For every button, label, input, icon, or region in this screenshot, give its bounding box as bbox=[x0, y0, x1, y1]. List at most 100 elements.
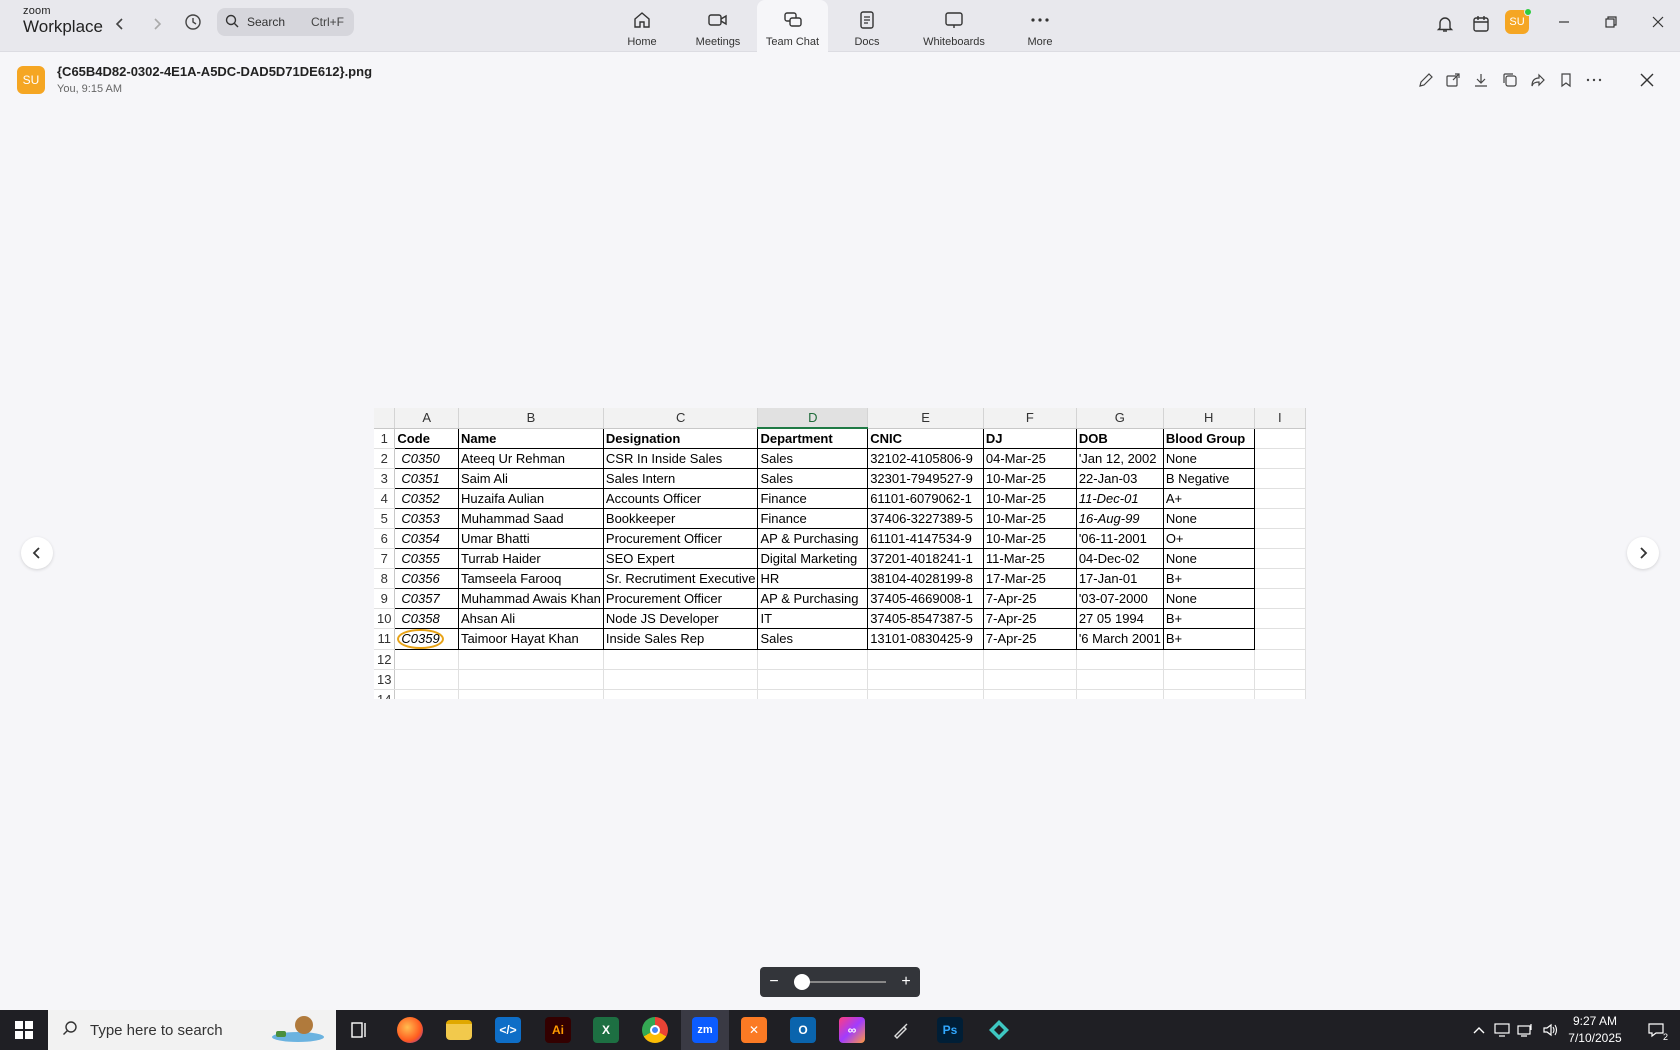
sheet-cell: AP & Purchasing bbox=[757, 587, 869, 609]
row-number: 2 bbox=[374, 448, 396, 469]
sheet-cell: 17-Jan-01 bbox=[1075, 567, 1164, 589]
empty-cell bbox=[1254, 689, 1306, 699]
previous-image-button[interactable] bbox=[21, 537, 53, 569]
search-icon bbox=[225, 14, 239, 31]
tab-more[interactable]: More bbox=[1024, 0, 1056, 52]
zoom-slider[interactable] bbox=[794, 974, 886, 990]
row-number: 4 bbox=[374, 488, 396, 509]
sheet-header-row: 1 Code Name Designation Department CNIC DJ DOB B… bbox=[374, 427, 1306, 449]
sheet-cell: Bookkeeper bbox=[602, 507, 759, 529]
sheet-cell: Turrab Haider bbox=[457, 547, 604, 569]
sheet-cell: 37405-8547387-5 bbox=[867, 607, 984, 629]
open-external-icon[interactable] bbox=[1443, 70, 1463, 90]
chrome-icon[interactable] bbox=[631, 1010, 679, 1050]
row-number: 3 bbox=[374, 468, 396, 489]
file-explorer-icon[interactable] bbox=[435, 1010, 483, 1050]
sheet-cell: CSR In Inside Sales bbox=[602, 447, 759, 469]
chevron-up-icon[interactable] bbox=[1469, 1020, 1489, 1040]
more-options-icon[interactable] bbox=[1584, 70, 1604, 90]
more-icon bbox=[1030, 10, 1050, 30]
empty-cell bbox=[1254, 528, 1306, 549]
sheet-header-cell: Designation bbox=[602, 427, 759, 449]
tab-meetings[interactable]: Meetings bbox=[690, 0, 746, 52]
sheet-cell: C0352 bbox=[394, 487, 459, 509]
sheet-cell: Huzaifa Aulian bbox=[457, 487, 604, 509]
volume-icon[interactable] bbox=[1540, 1020, 1560, 1040]
calendar-icon[interactable] bbox=[1469, 12, 1493, 36]
tab-docs[interactable]: Docs bbox=[852, 0, 882, 52]
empty-cell bbox=[1076, 669, 1164, 690]
bell-icon[interactable] bbox=[1433, 12, 1457, 36]
tab-home[interactable]: Home bbox=[622, 0, 662, 52]
firefox-icon[interactable] bbox=[386, 1010, 434, 1050]
app-icon[interactable] bbox=[975, 1010, 1023, 1050]
zoom-out-button[interactable]: − bbox=[760, 973, 788, 991]
illustrator-icon[interactable]: Ai bbox=[534, 1010, 582, 1050]
column-header: G bbox=[1076, 408, 1164, 429]
edit-icon[interactable] bbox=[1416, 70, 1436, 90]
history-icon[interactable] bbox=[181, 10, 205, 34]
empty-cell bbox=[1254, 468, 1306, 489]
close-viewer-icon[interactable] bbox=[1637, 70, 1657, 90]
creative-cloud-icon[interactable]: ∞ bbox=[828, 1010, 876, 1050]
spreadsheet-image: A B C D E F G H I 1 Code Name Designation Department C… bbox=[374, 408, 1306, 699]
share-icon[interactable] bbox=[1528, 70, 1548, 90]
empty-cell bbox=[1254, 548, 1306, 569]
notification-center-icon[interactable]: 2 bbox=[1644, 1020, 1668, 1042]
download-icon[interactable] bbox=[1471, 70, 1491, 90]
empty-cell bbox=[983, 649, 1077, 670]
column-header: A bbox=[394, 408, 459, 429]
zoom-app-icon[interactable]: zm bbox=[681, 1010, 729, 1050]
sheet-row: 4 C0352 Huzaifa Aulian Accounts Officer Fi… bbox=[374, 487, 1306, 509]
wifi-icon[interactable] bbox=[1515, 1020, 1535, 1040]
empty-cell bbox=[1254, 608, 1306, 629]
sheet-cell: B Negative bbox=[1162, 467, 1255, 489]
vscode-icon[interactable]: </> bbox=[484, 1010, 532, 1050]
next-image-button[interactable] bbox=[1627, 537, 1659, 569]
sheet-cell: C0359 bbox=[394, 627, 459, 650]
copy-icon[interactable] bbox=[1500, 70, 1520, 90]
zoom-in-button[interactable]: + bbox=[892, 973, 920, 991]
restore-button[interactable] bbox=[1591, 10, 1631, 34]
zoom-slider-knob[interactable] bbox=[794, 974, 810, 990]
sheet-cell: B+ bbox=[1162, 567, 1255, 589]
sheet-cell: Inside Sales Rep bbox=[602, 627, 759, 650]
start-button[interactable] bbox=[0, 1010, 48, 1050]
sheet-header-cell: DJ bbox=[982, 427, 1077, 449]
outlook-icon[interactable]: O bbox=[779, 1010, 827, 1050]
tab-more-label: More bbox=[1027, 36, 1053, 48]
close-window-button[interactable] bbox=[1638, 10, 1678, 34]
search-input[interactable]: Search Ctrl+F bbox=[217, 8, 354, 36]
forward-arrow-icon[interactable] bbox=[145, 12, 169, 36]
back-arrow-icon[interactable] bbox=[108, 12, 132, 36]
empty-cell bbox=[458, 649, 604, 670]
network-icon[interactable] bbox=[1492, 1020, 1512, 1040]
sheet-cell: '03-07-2000 bbox=[1075, 587, 1164, 609]
taskbar-clock[interactable]: 9:27 AM 7/10/2025 bbox=[1560, 1013, 1630, 1047]
sheet-cell: C0356 bbox=[394, 567, 459, 589]
search-shortcut: Ctrl+F bbox=[311, 15, 344, 29]
xampp-icon[interactable]: ✕ bbox=[730, 1010, 778, 1050]
sheet-cell: B+ bbox=[1162, 607, 1255, 629]
photoshop-icon[interactable]: Ps bbox=[926, 1010, 974, 1050]
bookmark-icon[interactable] bbox=[1556, 70, 1576, 90]
tab-whiteboards[interactable]: Whiteboards bbox=[918, 0, 990, 52]
sheet-cell: 04-Dec-02 bbox=[1075, 547, 1164, 569]
pen-tool-icon[interactable] bbox=[877, 1010, 925, 1050]
empty-cell bbox=[1254, 628, 1306, 650]
excel-icon[interactable]: X bbox=[582, 1010, 630, 1050]
sheet-header-cell: DOB bbox=[1075, 427, 1164, 449]
sheet-cell: Procurement Officer bbox=[602, 587, 759, 609]
sheet-row: 8 C0356 Tamseela Farooq Sr. Recrutiment E… bbox=[374, 567, 1306, 589]
task-view-icon[interactable] bbox=[336, 1010, 384, 1050]
column-header-row: ABCDEFGHI bbox=[374, 408, 1306, 429]
tab-team-chat[interactable]: Team Chat bbox=[757, 0, 828, 52]
taskbar-search[interactable]: Type here to search bbox=[48, 1010, 336, 1050]
sheet-cell: Ahsan Ali bbox=[457, 607, 604, 629]
row-number: 13 bbox=[374, 669, 396, 690]
zoom-workplace-logo[interactable]: zoom Workplace bbox=[23, 6, 103, 36]
minimize-button[interactable] bbox=[1544, 10, 1584, 34]
sheet-cell: 61101-6079062-1 bbox=[867, 487, 984, 509]
row-number: 5 bbox=[374, 508, 396, 529]
logo-workplace-text: Workplace bbox=[23, 17, 103, 36]
